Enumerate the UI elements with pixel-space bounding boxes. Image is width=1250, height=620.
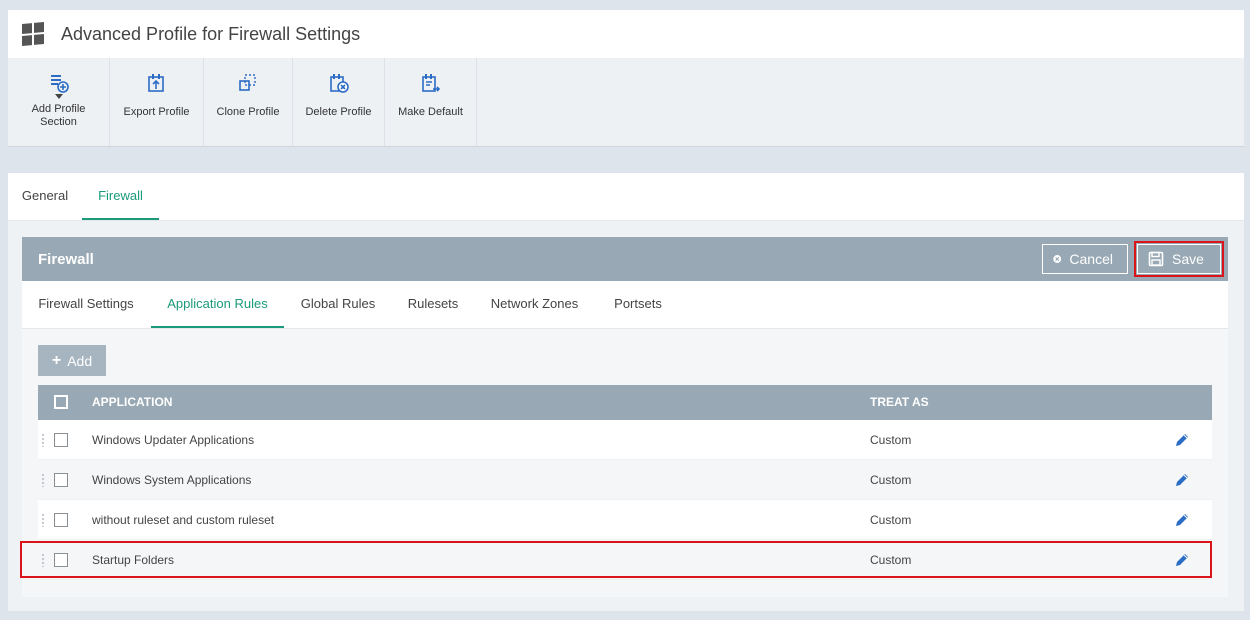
save-label: Save — [1172, 251, 1204, 267]
panel-title: Firewall — [38, 250, 94, 268]
cancel-label: Cancel — [1069, 251, 1113, 267]
table-header: APPLICATION TREAT AS — [38, 385, 1212, 420]
make-default-icon — [421, 74, 440, 92]
page-title: Advanced Profile for Firewall Settings — [61, 23, 361, 44]
close-circle-icon — [1053, 255, 1062, 263]
windows-logo-icon — [22, 22, 44, 46]
add-profile-section-button[interactable]: Add Profile Section — [8, 58, 110, 146]
drag-handle-icon[interactable] — [41, 473, 45, 487]
row-checkbox[interactable] — [54, 473, 68, 487]
tab-portsets[interactable]: Portsets — [595, 281, 681, 328]
treat-as-cell: Custom — [870, 553, 912, 567]
make-default-button[interactable]: Make Default — [385, 58, 477, 146]
main-tab-bar: General Firewall — [8, 173, 1244, 221]
tab-firewall[interactable]: Firewall — [82, 173, 159, 220]
toolbar-item-label: Export Profile — [123, 106, 190, 118]
tab-application-rules[interactable]: Application Rules — [151, 281, 284, 328]
save-icon — [1148, 251, 1164, 267]
application-cell: Startup Folders — [92, 553, 175, 567]
toolbar: Add Profile Section Export Profile Clone… — [8, 58, 1244, 147]
cancel-button[interactable]: Cancel — [1042, 244, 1128, 274]
sub-tab-bar: Firewall Settings Application Rules Glob… — [22, 281, 1228, 329]
table-body: Windows Updater Applications Custom Wind… — [38, 420, 1212, 580]
tab-general[interactable]: General — [8, 173, 82, 220]
row-checkbox[interactable] — [54, 513, 68, 527]
row-checkbox[interactable] — [54, 433, 68, 447]
application-cell: Windows Updater Applications — [92, 433, 255, 447]
table-row: without ruleset and custom ruleset Custo… — [38, 500, 1212, 540]
drag-handle-icon[interactable] — [41, 553, 45, 567]
export-icon — [147, 74, 164, 92]
tab-rulesets[interactable]: Rulesets — [392, 281, 474, 328]
select-all-checkbox[interactable] — [54, 395, 68, 409]
toolbar-item-label: Make Default — [398, 106, 463, 118]
profile-card: General Firewall Firewall Cancel Save Fi… — [8, 173, 1244, 611]
edit-pencil-icon[interactable] — [1173, 431, 1191, 449]
toolbar-item-label: Delete Profile — [305, 106, 372, 118]
save-button[interactable]: Save — [1134, 241, 1224, 277]
table-row: Windows Updater Applications Custom — [38, 420, 1212, 460]
edit-pencil-icon[interactable] — [1173, 551, 1191, 569]
treat-as-cell: Custom — [870, 473, 912, 487]
firewall-panel: Firewall Cancel Save Firewall Settings A… — [22, 237, 1228, 597]
toolbar-item-label: Add Profile Section — [31, 103, 86, 128]
clone-profile-button[interactable]: Clone Profile — [204, 58, 293, 146]
treat-as-cell: Custom — [870, 433, 912, 447]
chevron-down-icon — [54, 94, 63, 99]
plus-icon: + — [51, 351, 62, 369]
column-header-treat-as: TREAT AS — [870, 395, 929, 409]
table-row: Startup Folders Custom — [38, 540, 1212, 580]
drag-handle-icon[interactable] — [41, 513, 45, 527]
table-row: Windows System Applications Custom — [38, 460, 1212, 500]
application-cell: without ruleset and custom ruleset — [92, 513, 275, 527]
title-bar: Advanced Profile for Firewall Settings — [8, 10, 1244, 58]
tab-network-zones[interactable]: Network Zones — [477, 281, 592, 328]
add-button[interactable]: + Add — [38, 345, 106, 376]
treat-as-cell: Custom — [870, 513, 912, 527]
add-section-icon — [50, 75, 69, 93]
clone-icon — [239, 74, 256, 91]
application-cell: Windows System Applications — [92, 473, 252, 487]
edit-pencil-icon[interactable] — [1173, 471, 1191, 489]
edit-pencil-icon[interactable] — [1173, 511, 1191, 529]
add-label: Add — [67, 352, 93, 369]
tab-global-rules[interactable]: Global Rules — [287, 281, 389, 328]
delete-icon — [329, 74, 349, 93]
toolbar-item-label: Clone Profile — [216, 106, 280, 118]
tab-firewall-settings[interactable]: Firewall Settings — [22, 281, 150, 328]
delete-profile-button[interactable]: Delete Profile — [293, 58, 385, 146]
drag-handle-icon[interactable] — [41, 433, 45, 447]
application-rules-table: APPLICATION TREAT AS Windows Updater App… — [38, 385, 1212, 580]
export-profile-button[interactable]: Export Profile — [110, 58, 204, 146]
row-checkbox[interactable] — [54, 553, 68, 567]
column-header-application: APPLICATION — [92, 395, 173, 409]
